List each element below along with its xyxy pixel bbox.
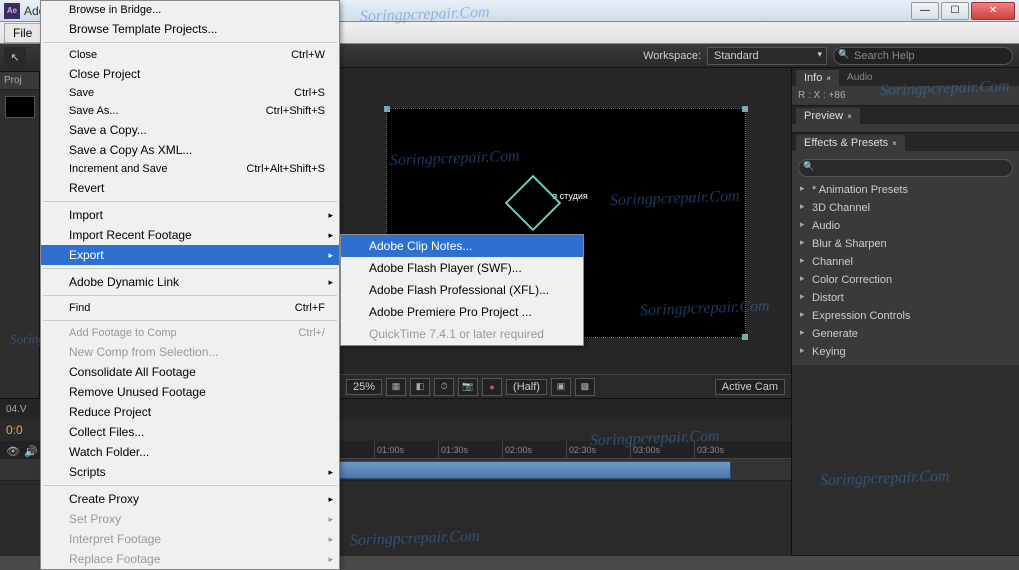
workspace-dropdown[interactable]: Standard (707, 47, 827, 65)
menu-file[interactable]: File (4, 23, 41, 43)
project-thumbnail[interactable] (5, 96, 35, 118)
effects-category[interactable]: * Animation Presets (798, 181, 1013, 199)
menu-item-scripts[interactable]: Scripts (41, 462, 339, 482)
effects-category[interactable]: Audio (798, 217, 1013, 235)
menu-item-save-copy[interactable]: Save a Copy... (41, 120, 339, 140)
composition-panel: я студия PD 25% ▦ ◧ ⏱ 📷 ● (Half) ▣ ▩ Act… (340, 68, 791, 398)
comp-region-icon[interactable]: ▣ (551, 378, 571, 396)
ruler-tick: 01:30s (438, 441, 502, 458)
ruler-tick: 03:30s (694, 441, 758, 458)
effects-panel: Effects & Presets× * Animation Presets 3… (792, 133, 1019, 556)
comp-shape (504, 175, 561, 232)
file-menu-dropdown: Browse in Bridge...Ctrl+Alt+Shift+O Brow… (40, 0, 340, 570)
ruler-tick: 01:00s (374, 441, 438, 458)
menu-item-interpret: Interpret Footage (41, 529, 339, 549)
handle-icon[interactable] (742, 334, 748, 340)
menu-item-save[interactable]: SaveCtrl+S (41, 84, 339, 102)
ruler-tick: 03:00s (630, 441, 694, 458)
preview-panel: Preview× (792, 106, 1019, 133)
menu-item-remove-unused[interactable]: Remove Unused Footage (41, 382, 339, 402)
tab-effects[interactable]: Effects & Presets× (796, 135, 905, 151)
menu-item-quicktime: QuickTime 7.4.1 or later required (341, 323, 583, 345)
handle-icon[interactable] (384, 106, 390, 112)
menu-item-add-footage: Add Footage to CompCtrl+/ (41, 324, 339, 342)
timecode[interactable]: 0:0 (6, 423, 23, 437)
menu-item-watch[interactable]: Watch Folder... (41, 442, 339, 462)
menu-item-browse-bridge[interactable]: Browse in Bridge...Ctrl+Alt+Shift+O (41, 1, 339, 19)
zoom-dropdown[interactable]: 25% (346, 379, 382, 395)
menu-item-flash-xfl[interactable]: Adobe Flash Professional (XFL)... (341, 279, 583, 301)
handle-icon[interactable] (742, 106, 748, 112)
ruler-tick: 02:30s (566, 441, 630, 458)
menu-item-collect[interactable]: Collect Files... (41, 422, 339, 442)
menu-item-import[interactable]: Import (41, 205, 339, 225)
menu-item-increment[interactable]: Increment and SaveCtrl+Alt+Shift+S (41, 160, 339, 178)
comp-grid-icon[interactable]: ▦ (386, 378, 406, 396)
menu-item-close[interactable]: CloseCtrl+W (41, 46, 339, 64)
workspace-label: Workspace: (643, 50, 701, 62)
close-button[interactable]: ✕ (971, 2, 1015, 20)
search-help-input[interactable]: Search Help (833, 47, 1013, 65)
composition-footer: 25% ▦ ◧ ⏱ 📷 ● (Half) ▣ ▩ Active Cam (340, 374, 791, 398)
tab-preview[interactable]: Preview× (796, 108, 860, 124)
menu-item-find[interactable]: FindCtrl+F (41, 299, 339, 317)
effects-category[interactable]: Generate (798, 325, 1013, 343)
speaker-icon[interactable]: 🔊 (24, 445, 38, 458)
menu-item-dynamic-link[interactable]: Adobe Dynamic Link (41, 272, 339, 292)
close-icon[interactable]: × (826, 74, 831, 83)
comp-transparency-icon[interactable]: ▩ (575, 378, 595, 396)
timeline-ruler[interactable]: 00:30s 01:00s 01:30s 02:00s 02:30s 03:00… (310, 441, 791, 459)
effects-category[interactable]: Keying (798, 343, 1013, 361)
effects-category[interactable]: Expression Controls (798, 307, 1013, 325)
timeline-layer-bar[interactable] (310, 461, 731, 479)
menu-item-new-comp-selection: New Comp from Selection... (41, 342, 339, 362)
effects-category[interactable]: Color Correction (798, 271, 1013, 289)
tab-audio[interactable]: Audio (839, 70, 881, 86)
menu-item-import-recent[interactable]: Import Recent Footage (41, 225, 339, 245)
menu-item-browse-templates[interactable]: Browse Template Projects... (41, 19, 339, 39)
info-content: R : X : +86 (792, 86, 1019, 105)
menu-item-save-copy-xml[interactable]: Save a Copy As XML... (41, 140, 339, 160)
ruler-tick: 02:00s (502, 441, 566, 458)
menu-item-export[interactable]: Export (41, 245, 339, 265)
menu-item-clip-notes[interactable]: Adobe Clip Notes... (341, 235, 583, 257)
close-icon[interactable]: × (847, 112, 852, 121)
eye-icon[interactable]: 👁 (6, 445, 20, 458)
project-tab[interactable]: Proj (0, 72, 39, 90)
maximize-button[interactable]: ☐ (941, 2, 969, 20)
camera-dropdown[interactable]: Active Cam (715, 379, 785, 395)
comp-snapshot-icon[interactable]: 📷 (458, 378, 478, 396)
export-submenu: Adobe Clip Notes... Adobe Flash Player (… (340, 234, 584, 346)
menu-item-revert[interactable]: Revert (41, 178, 339, 198)
close-icon[interactable]: × (892, 139, 897, 148)
effects-search-input[interactable] (798, 159, 1013, 177)
comp-mask-icon[interactable]: ◧ (410, 378, 430, 396)
menu-item-set-proxy: Set Proxy (41, 509, 339, 529)
info-panel: Info× Audio R : X : +86 (792, 68, 1019, 106)
tab-info[interactable]: Info× (796, 70, 839, 86)
menu-item-save-as[interactable]: Save As...Ctrl+Shift+S (41, 102, 339, 120)
workspace-bar: Workspace: Standard Search Help (340, 44, 1019, 68)
timeline-tab[interactable]: 04.V (6, 404, 27, 415)
menu-item-create-proxy[interactable]: Create Proxy (41, 489, 339, 509)
minimize-button[interactable]: — (911, 2, 939, 20)
comp-channel-icon[interactable]: ● (482, 378, 502, 396)
effects-category[interactable]: 3D Channel (798, 199, 1013, 217)
menu-item-reduce[interactable]: Reduce Project (41, 402, 339, 422)
right-panel-stack: Info× Audio R : X : +86 Preview× Effects… (791, 68, 1019, 556)
menu-item-replace: Replace Footage (41, 549, 339, 569)
menu-item-premiere[interactable]: Adobe Premiere Pro Project ... (341, 301, 583, 323)
effects-category[interactable]: Channel (798, 253, 1013, 271)
effects-category[interactable]: Blur & Sharpen (798, 235, 1013, 253)
effects-list: * Animation Presets 3D Channel Audio Blu… (798, 181, 1013, 361)
menu-item-close-project[interactable]: Close Project (41, 64, 339, 84)
menu-item-consolidate[interactable]: Consolidate All Footage (41, 362, 339, 382)
app-icon: Ae (4, 3, 20, 19)
comp-time-icon[interactable]: ⏱ (434, 378, 454, 396)
resolution-dropdown[interactable]: (Half) (506, 379, 547, 395)
menu-item-flash-swf[interactable]: Adobe Flash Player (SWF)... (341, 257, 583, 279)
selection-tool-icon[interactable]: ↖ (4, 47, 26, 69)
effects-category[interactable]: Distort (798, 289, 1013, 307)
